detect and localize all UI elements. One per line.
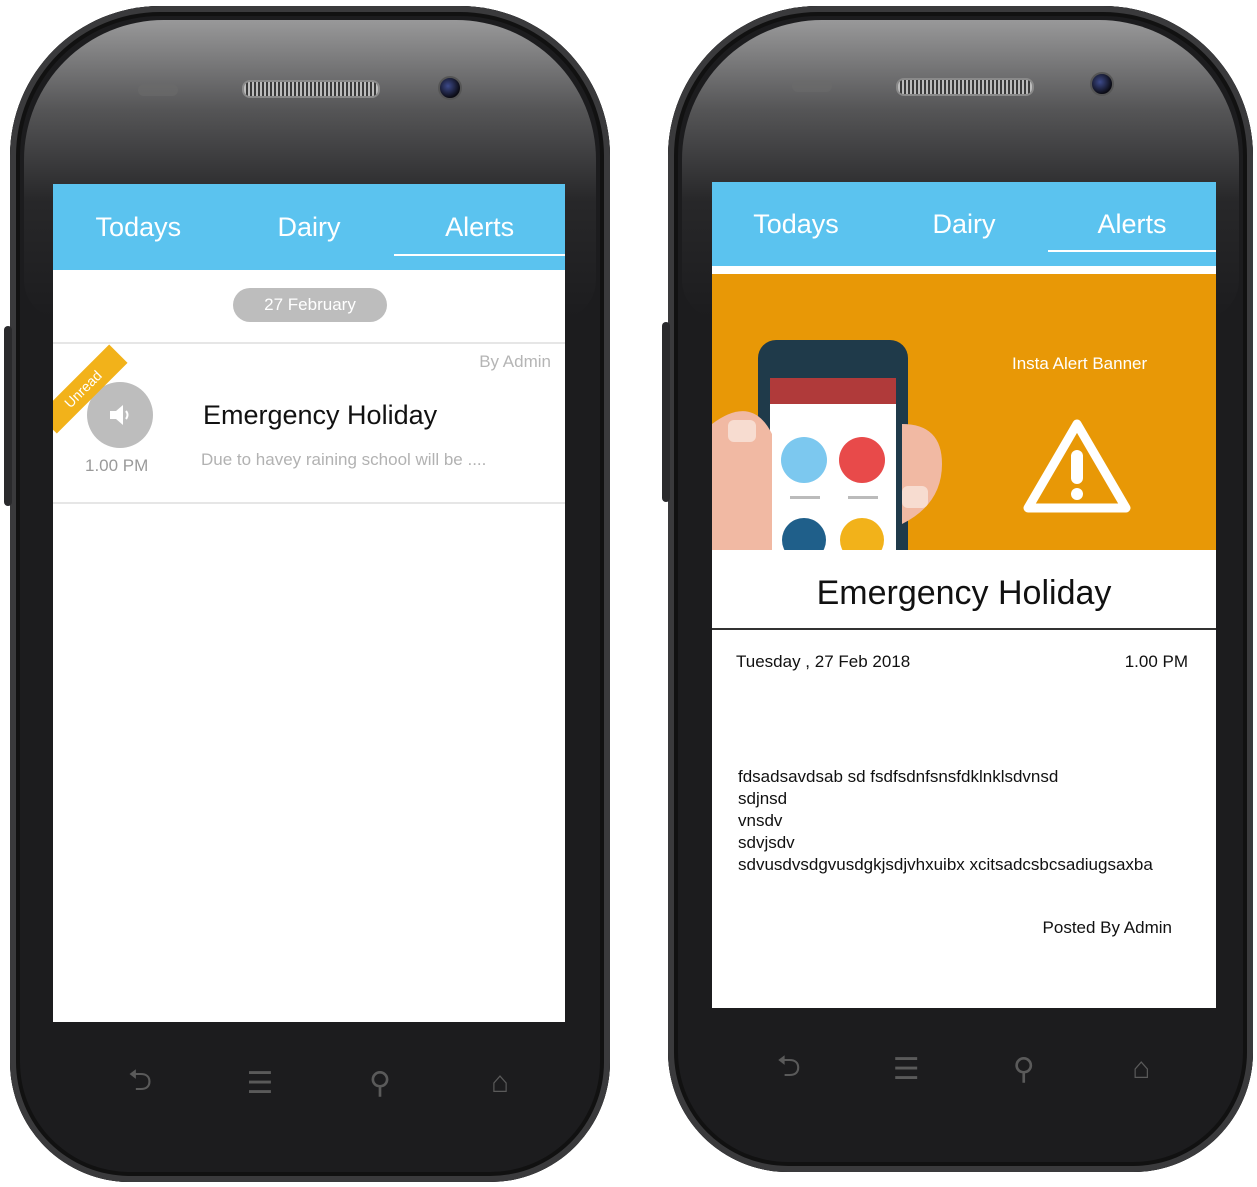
menu-icon[interactable]: ☰ (230, 1066, 290, 1101)
alert-time: 1.00 PM (85, 456, 149, 475)
body-line: fdsadsavdsab sd fsdfsdnfsnsfdklnklsdvnsd (738, 767, 1059, 786)
right-phone: Todays Dairy Alerts Insta Alert Banner E… (662, 6, 1253, 1172)
menu-icon[interactable]: ☰ (876, 1052, 936, 1087)
tab-dairy[interactable]: Dairy (880, 182, 1048, 266)
tab-alerts[interactable]: Alerts (394, 184, 565, 270)
front-camera-icon (438, 76, 462, 100)
search-icon[interactable]: ⚲ (994, 1052, 1054, 1087)
search-icon[interactable]: ⚲ (350, 1066, 410, 1101)
proximity-sensor (138, 84, 178, 96)
tab-dairy[interactable]: Dairy (224, 184, 395, 270)
phone-in-hand-illustration (712, 340, 942, 550)
body-line: sdjnsd (738, 789, 788, 808)
home-icon[interactable]: ⌂ (1111, 1052, 1171, 1086)
hardware-nav-keys: ⮌ ☰ ⚲ ⌂ (80, 1058, 560, 1108)
alert-time: 1.00 PM (1124, 652, 1188, 671)
title-divider (712, 628, 1216, 630)
alert-preview: Due to havey raining school will be .... (201, 450, 487, 469)
tab-alerts[interactable]: Alerts (1048, 182, 1216, 266)
alert-title: Emergency Holiday (203, 400, 438, 430)
earpiece-speaker (896, 78, 1034, 96)
tab-bar: Todays Dairy Alerts (712, 182, 1216, 266)
proximity-sensor (792, 80, 832, 92)
alert-detail-title: Emergency Holiday (816, 574, 1112, 612)
volume-button (662, 322, 670, 502)
body-line: vnsdv (738, 811, 783, 830)
hardware-nav-keys: ⮌ ☰ ⚲ ⌂ (730, 1044, 1200, 1094)
back-icon[interactable]: ⮌ (759, 1044, 819, 1095)
banner-caption: Insta Alert Banner (1012, 354, 1148, 373)
left-phone: Todays Dairy Alerts 27 February By Admin… (4, 6, 610, 1182)
volume-button (4, 326, 12, 506)
speaker-glyph (110, 405, 129, 425)
front-camera-icon (1090, 72, 1114, 96)
tab-todays[interactable]: Todays (53, 184, 224, 270)
left-screen: Todays Dairy Alerts 27 February By Admin… (53, 184, 565, 1022)
alert-banner-image: Insta Alert Banner (712, 274, 1216, 550)
warning-triangle-icon (1023, 419, 1131, 513)
body-line: sdvjsdv (738, 833, 795, 852)
alert-body: fdsadsavdsab sd fsdfsdnfsnsfdklnklsdvnsd… (738, 766, 1153, 876)
date-separator: 27 February (233, 288, 387, 322)
back-icon[interactable]: ⮌ (110, 1058, 170, 1109)
alert-date: Tuesday , 27 Feb 2018 (736, 652, 911, 671)
home-icon[interactable]: ⌂ (470, 1066, 530, 1100)
posted-by: Posted By Admin (1042, 918, 1172, 937)
right-screen: Todays Dairy Alerts Insta Alert Banner E… (712, 182, 1216, 1008)
alert-author: By Admin (479, 352, 551, 371)
alert-list-item[interactable]: By Admin 1.00 PM Emergency Holiday Due t… (53, 342, 565, 504)
tab-bar: Todays Dairy Alerts (53, 184, 565, 270)
tab-todays[interactable]: Todays (712, 182, 880, 266)
body-line: sdvusdvsdgvusdgkjsdjvhxuibx xcitsadcsbcs… (738, 855, 1153, 874)
earpiece-speaker (242, 80, 380, 98)
